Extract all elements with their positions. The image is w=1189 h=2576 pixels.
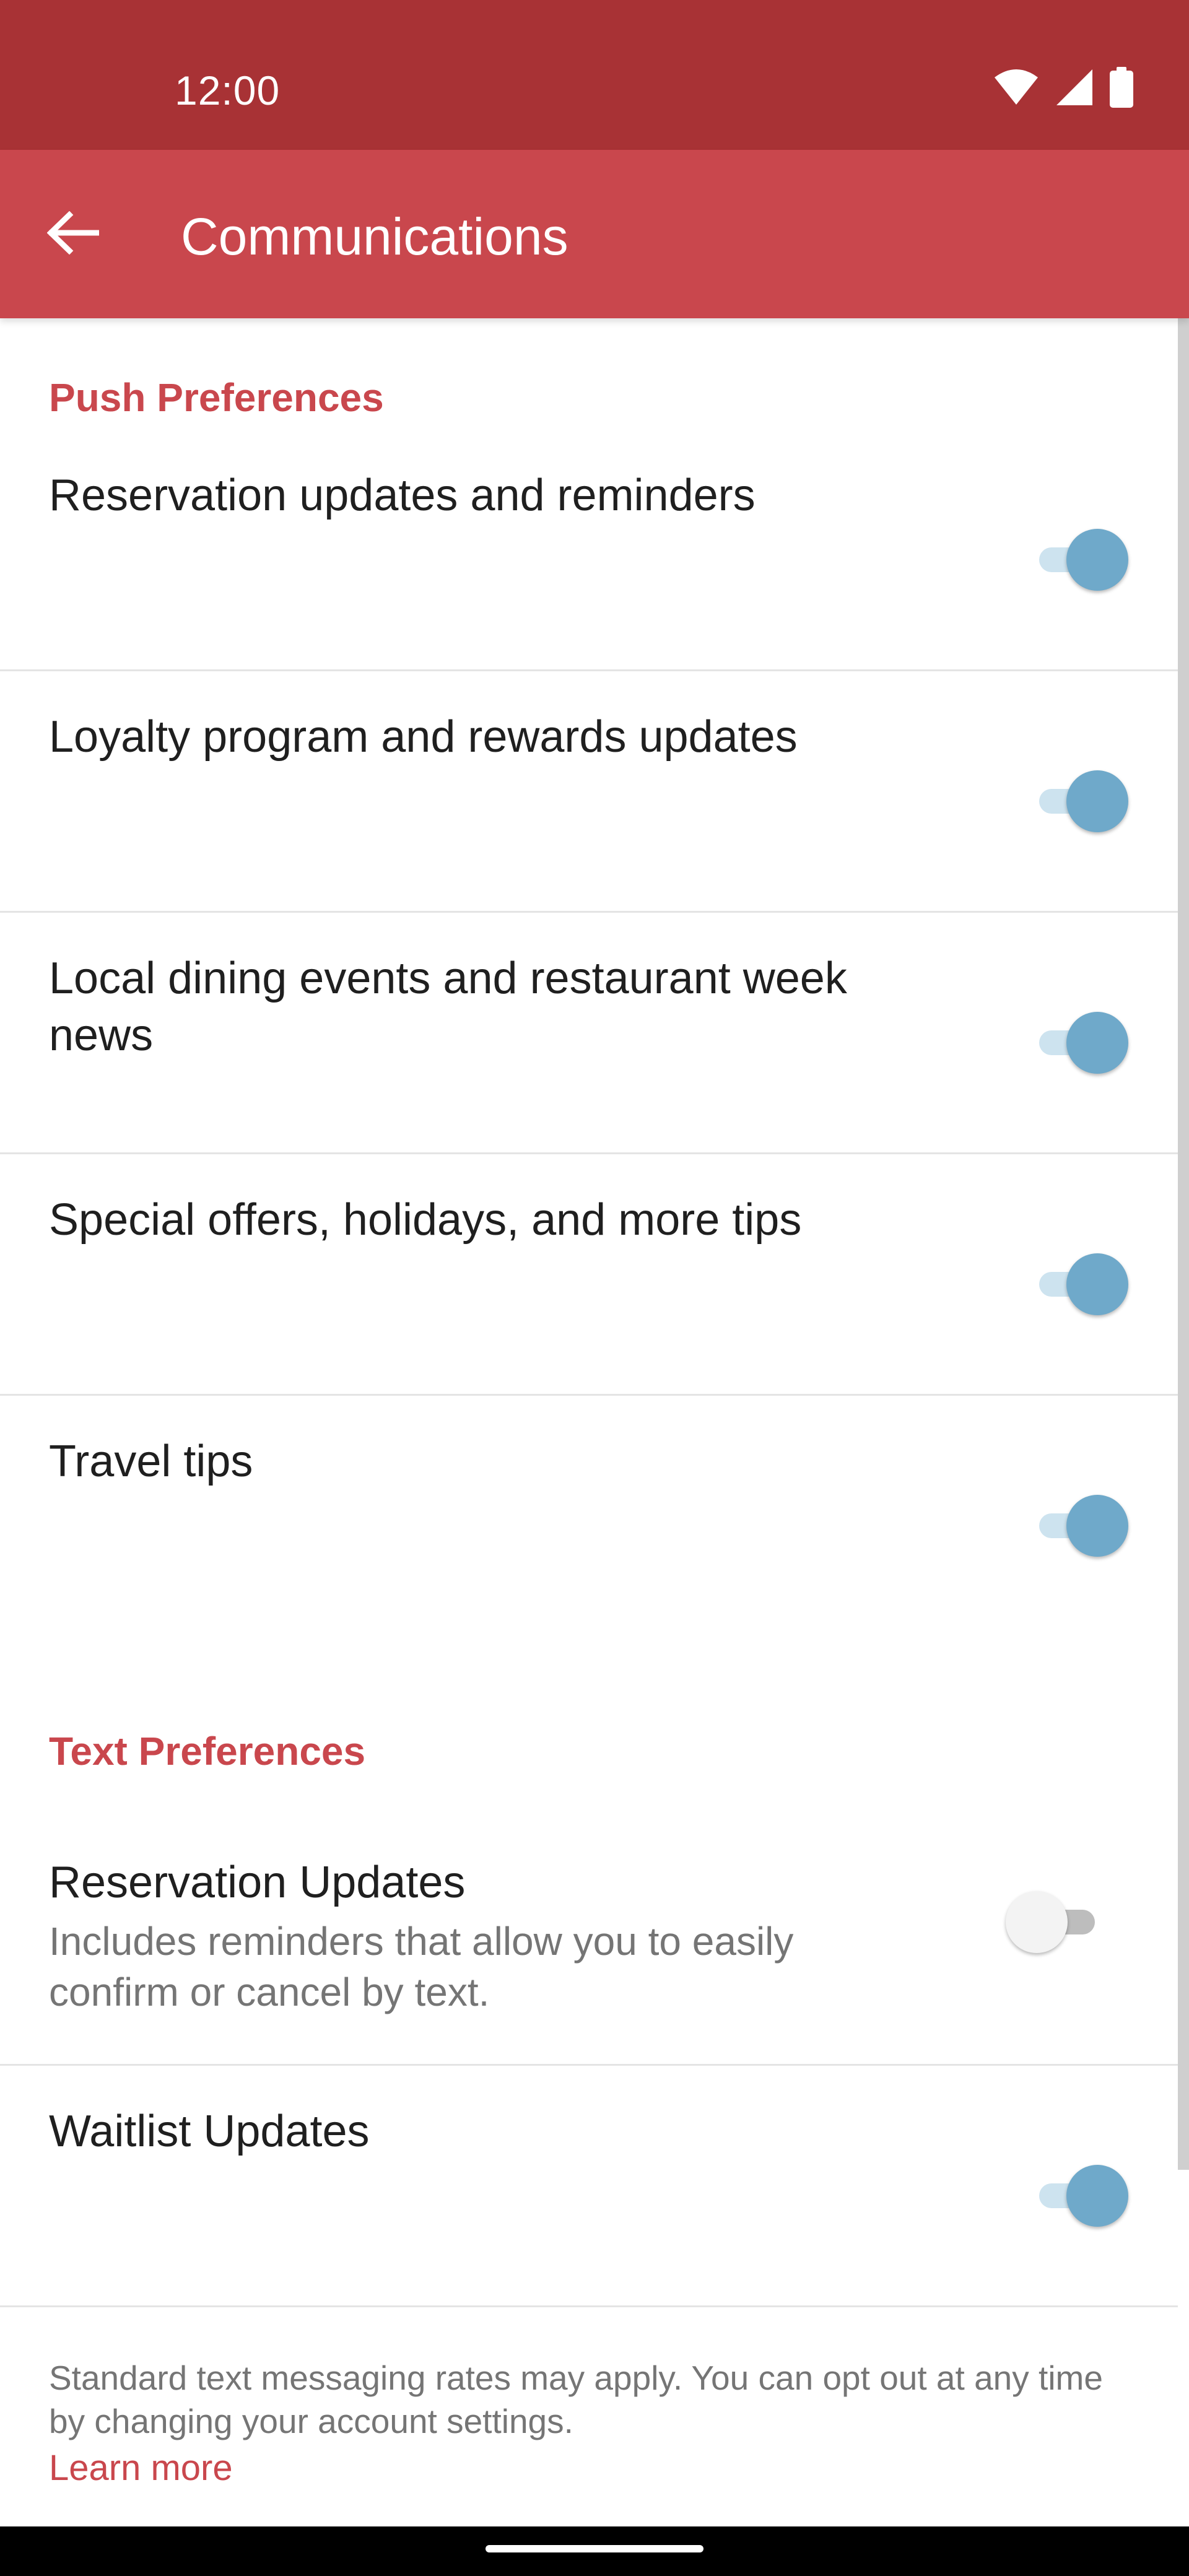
push-pref-loyalty-program[interactable]: Loyalty program and rewards updates xyxy=(0,671,1178,913)
pref-label: Waitlist Updates xyxy=(49,2107,370,2156)
text-preferences-header: Text Preferences xyxy=(49,1729,366,1773)
push-reservation-updates-toggle[interactable] xyxy=(1030,529,1128,591)
push-travel-tips-toggle[interactable] xyxy=(1030,1495,1128,1557)
push-pref-travel-tips[interactable]: Travel tips xyxy=(0,1396,1178,1637)
text-reservation-updates-toggle[interactable] xyxy=(1006,1891,1104,1953)
text-waitlist-updates-toggle[interactable] xyxy=(1030,2165,1128,2227)
push-preferences-header: Push Preferences xyxy=(49,375,384,420)
app-bar: Communications xyxy=(0,150,1189,318)
communications-screen: 12:00 Communications Push Preferences Re… xyxy=(0,0,1189,2576)
toggle-thumb xyxy=(1066,1253,1128,1315)
status-icons xyxy=(993,67,1133,108)
signal-icon xyxy=(1055,68,1094,107)
push-pref-local-dining-events[interactable]: Local dining events and restaurant week … xyxy=(0,913,1178,1154)
arrow-left-icon xyxy=(46,211,100,258)
pref-label: Special offers, holidays, and more tips xyxy=(49,1195,802,1245)
toggle-thumb xyxy=(1066,529,1128,591)
toggle-thumb xyxy=(1066,2165,1128,2227)
push-special-offers-toggle[interactable] xyxy=(1030,1253,1128,1315)
text-pref-waitlist-updates[interactable]: Waitlist Updates xyxy=(0,2066,1178,2307)
back-button[interactable] xyxy=(36,197,110,271)
push-pref-special-offers[interactable]: Special offers, holidays, and more tips xyxy=(0,1154,1178,1396)
pref-label: Reservation Updates xyxy=(49,1858,466,1907)
home-gesture-handle[interactable] xyxy=(486,2545,703,2552)
pref-label: Reservation updates and reminders xyxy=(49,471,756,520)
status-bar: 12:00 xyxy=(0,0,1189,150)
preferences-list[interactable]: Push Preferences Reservation updates and… xyxy=(0,318,1178,2526)
toggle-thumb xyxy=(1066,1012,1128,1074)
status-time: 12:00 xyxy=(175,67,281,113)
pref-label: Local dining events and restaurant week … xyxy=(49,954,847,1060)
push-local-dining-events-toggle[interactable] xyxy=(1030,1012,1128,1074)
scrollbar[interactable] xyxy=(1178,318,1189,2170)
pref-label: Loyalty program and rewards updates xyxy=(49,712,798,762)
push-loyalty-program-toggle[interactable] xyxy=(1030,770,1128,832)
navigation-bar xyxy=(0,2526,1189,2576)
pref-description: Includes reminders that allow you to eas… xyxy=(49,1919,794,2014)
footer-note: Standard text messaging rates may apply.… xyxy=(49,2359,1103,2440)
wifi-icon xyxy=(993,69,1039,106)
page-title: Communications xyxy=(181,207,568,266)
toggle-thumb xyxy=(1066,770,1128,832)
toggle-thumb xyxy=(1066,1495,1128,1557)
push-pref-reservation-updates[interactable]: Reservation updates and reminders xyxy=(0,430,1178,671)
toggle-thumb xyxy=(1006,1891,1068,1953)
battery-icon xyxy=(1110,67,1133,108)
learn-more-link[interactable]: Learn more xyxy=(49,2446,233,2491)
pref-label: Travel tips xyxy=(49,1437,253,1486)
text-pref-reservation-updates[interactable]: Reservation Updates Includes reminders t… xyxy=(0,1835,1178,2066)
